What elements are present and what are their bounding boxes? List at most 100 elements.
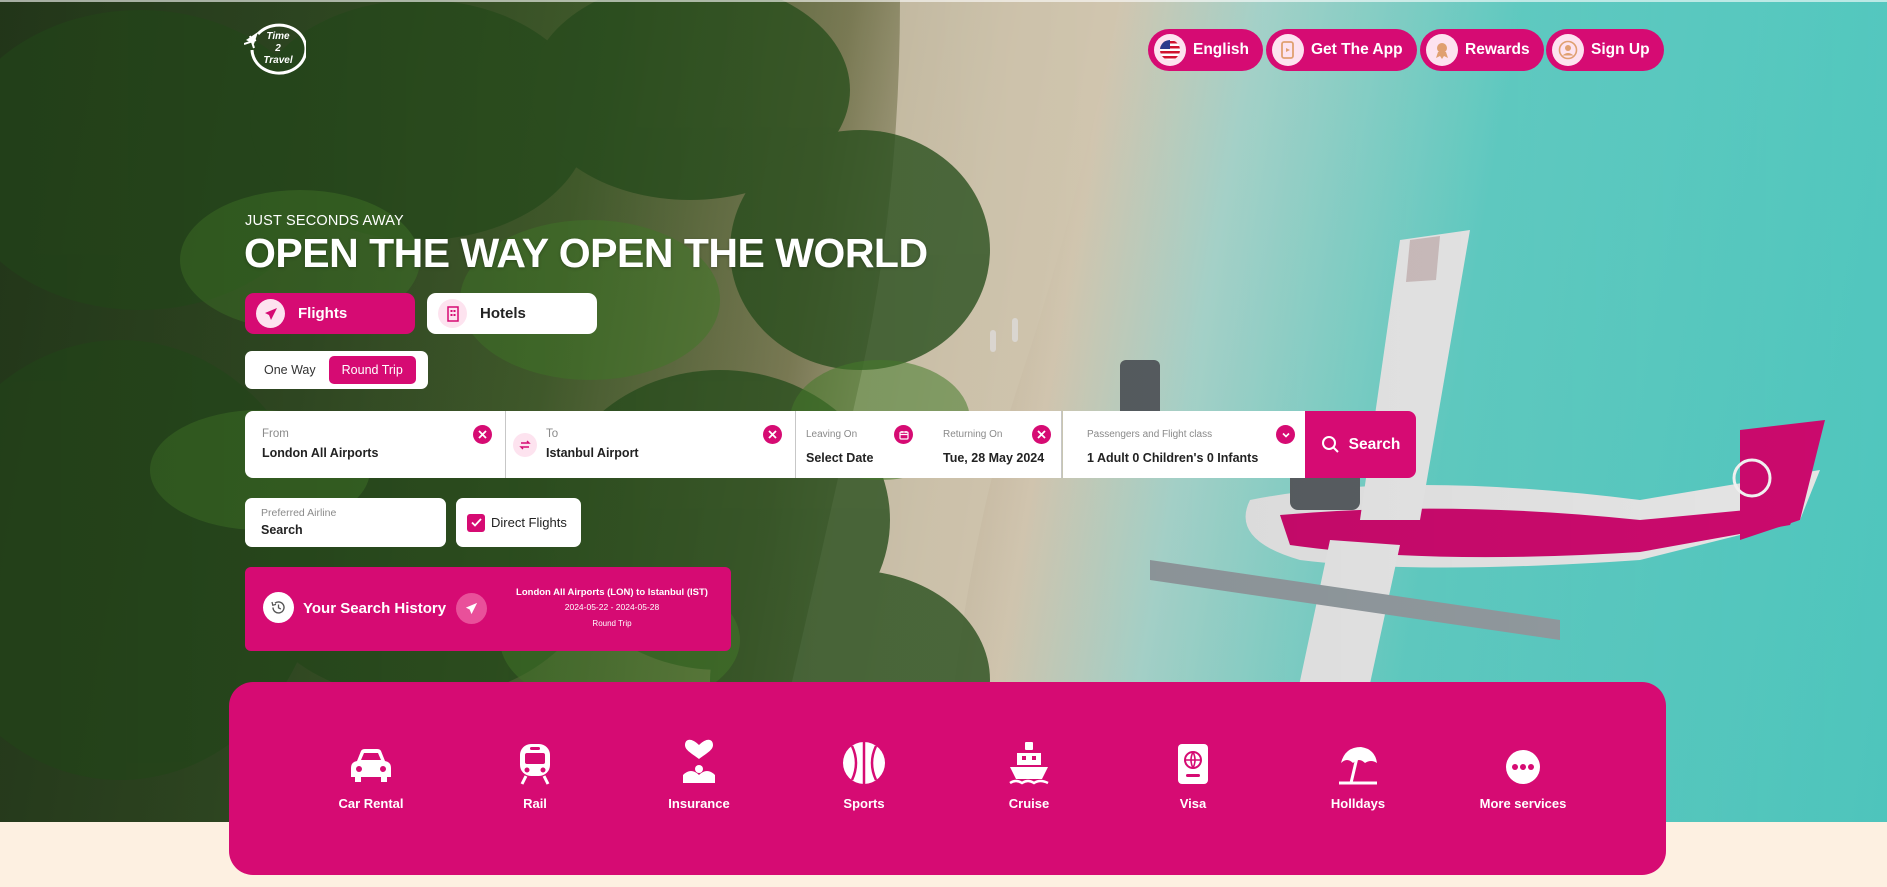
logo-text-two: 2: [274, 43, 281, 54]
service-label: Insurance: [668, 796, 730, 811]
service-holidays[interactable]: Holldays: [1298, 739, 1418, 811]
search-button-label: Search: [1348, 435, 1401, 453]
round-trip-option[interactable]: Round Trip: [328, 356, 416, 384]
calendar-button[interactable]: [894, 425, 913, 444]
service-cruise[interactable]: Cruise: [969, 739, 1089, 811]
search-history-panel: Your Search History London All Airports …: [245, 567, 731, 651]
history-icon: [263, 592, 294, 623]
logo-text-time: Time: [266, 31, 290, 42]
search-icon: [1321, 436, 1339, 453]
swap-icon: [519, 440, 531, 450]
service-label: Sports: [843, 796, 885, 811]
dates-field: Leaving On Select Date Returning On Tue,…: [796, 411, 1062, 478]
service-sports[interactable]: Sports: [804, 739, 924, 811]
passengers-field[interactable]: Passengers and Flight class 1 Adult 0 Ch…: [1063, 411, 1305, 478]
passport-icon: [1133, 739, 1253, 785]
preferred-airline-field[interactable]: Preferred Airline Search: [245, 498, 446, 547]
language-label: English: [1193, 41, 1249, 58]
tab-hotels-label: Hotels: [480, 305, 526, 322]
building-icon: [438, 299, 467, 328]
search-history-title: Your Search History: [303, 600, 447, 617]
basketball-icon: [804, 739, 924, 785]
leaving-on-label: Leaving On: [806, 429, 858, 440]
direct-flights-checkbox[interactable]: Direct Flights: [456, 498, 581, 547]
phone-app-icon: [1272, 34, 1304, 66]
calendar-icon: [898, 430, 909, 440]
sign-up-label: Sign Up: [1591, 41, 1650, 58]
history-dates: 2024-05-22 - 2024-05-28: [564, 602, 660, 612]
hero-headline: OPEN THE WAY OPEN THE WORLD: [244, 230, 928, 276]
service-label: Car Rental: [338, 796, 404, 811]
service-label: Visa: [1179, 796, 1207, 811]
logo-icon: Time 2 Travel: [243, 23, 308, 75]
tab-flights-label: Flights: [298, 305, 348, 322]
plane-icon: [256, 299, 285, 328]
from-label: From: [262, 428, 289, 440]
history-item[interactable]: London All Airports (LON) to Istanbul (I…: [497, 587, 727, 628]
to-label: To: [546, 428, 559, 440]
clear-from-button[interactable]: [473, 425, 492, 444]
user-icon: [1552, 34, 1584, 66]
rewards-icon: [1426, 34, 1458, 66]
search-button[interactable]: Search: [1305, 411, 1416, 478]
sign-up-button[interactable]: Sign Up: [1546, 29, 1664, 71]
to-value: Istanbul Airport: [546, 446, 639, 460]
close-icon: [478, 430, 487, 439]
hero-eyebrow: JUST SECONDS AWAY: [245, 213, 404, 229]
close-icon: [1037, 430, 1046, 439]
from-field[interactable]: From London All Airports: [245, 411, 505, 478]
returning-on-label: Returning On: [943, 429, 1003, 440]
service-label: Holldays: [1330, 796, 1386, 811]
train-icon: [475, 739, 595, 785]
service-more[interactable]: More services: [1463, 739, 1583, 811]
leaving-on-value: Select Date: [806, 451, 874, 465]
history-route: London All Airports (LON) to Istanbul (I…: [516, 587, 708, 598]
service-visa[interactable]: Visa: [1133, 739, 1253, 811]
rewards-button[interactable]: Rewards: [1420, 29, 1544, 71]
chevron-down-icon: [1281, 432, 1290, 438]
service-car-rental[interactable]: Car Rental: [311, 739, 431, 811]
service-label: More services: [1479, 796, 1567, 811]
flight-search-bar: From London All Airports To Istanbul Air…: [245, 411, 1416, 478]
brand-logo[interactable]: Time 2 Travel: [243, 22, 308, 78]
car-icon: [311, 739, 431, 785]
checkbox-checked-icon: [467, 513, 485, 532]
close-icon: [768, 430, 777, 439]
passengers-value: 1 Adult 0 Children's 0 Infants: [1087, 451, 1259, 465]
passengers-label: Passengers and Flight class: [1087, 429, 1213, 440]
us-flag-icon: [1154, 34, 1186, 66]
from-value: London All Airports: [262, 446, 379, 460]
service-rail[interactable]: Rail: [475, 739, 595, 811]
beach-umbrella-icon: [1298, 739, 1418, 785]
ship-icon: [969, 739, 1089, 785]
field-divider: [1061, 411, 1062, 478]
swap-airports-button[interactable]: [513, 433, 537, 457]
history-trip-type: Round Trip: [592, 619, 632, 628]
service-label: Cruise: [1008, 796, 1050, 811]
service-insurance[interactable]: Insurance: [639, 739, 759, 811]
plane-icon: [456, 593, 487, 624]
service-label: Rail: [523, 796, 547, 811]
preferred-airline-input[interactable]: Search: [261, 523, 303, 537]
passengers-dropdown-button[interactable]: [1276, 425, 1295, 444]
to-field[interactable]: To Istanbul Airport: [505, 411, 795, 478]
preferred-airline-label: Preferred Airline: [261, 507, 337, 519]
tab-flights[interactable]: Flights: [245, 293, 415, 334]
returning-on-value: Tue, 28 May 2024: [943, 451, 1045, 465]
field-divider: [505, 411, 506, 478]
clear-to-button[interactable]: [763, 425, 782, 444]
logo-text-travel: Travel: [263, 55, 293, 66]
rewards-label: Rewards: [1465, 41, 1530, 58]
get-app-button[interactable]: Get The App: [1266, 29, 1417, 71]
tab-hotels[interactable]: Hotels: [427, 293, 597, 334]
trip-type-toggle: One Way Round Trip: [245, 351, 428, 389]
top-border: [0, 0, 1887, 2]
get-app-label: Get The App: [1311, 41, 1403, 58]
direct-flights-label: Direct Flights: [491, 515, 567, 530]
clear-return-date-button[interactable]: [1032, 425, 1051, 444]
insurance-heart-icon: [639, 739, 759, 785]
more-dots-icon: [1463, 739, 1583, 785]
one-way-option[interactable]: One Way: [251, 356, 329, 384]
language-button[interactable]: English: [1148, 29, 1263, 71]
services-panel: Car Rental Rail Insurance Sports Cruise …: [229, 682, 1666, 875]
